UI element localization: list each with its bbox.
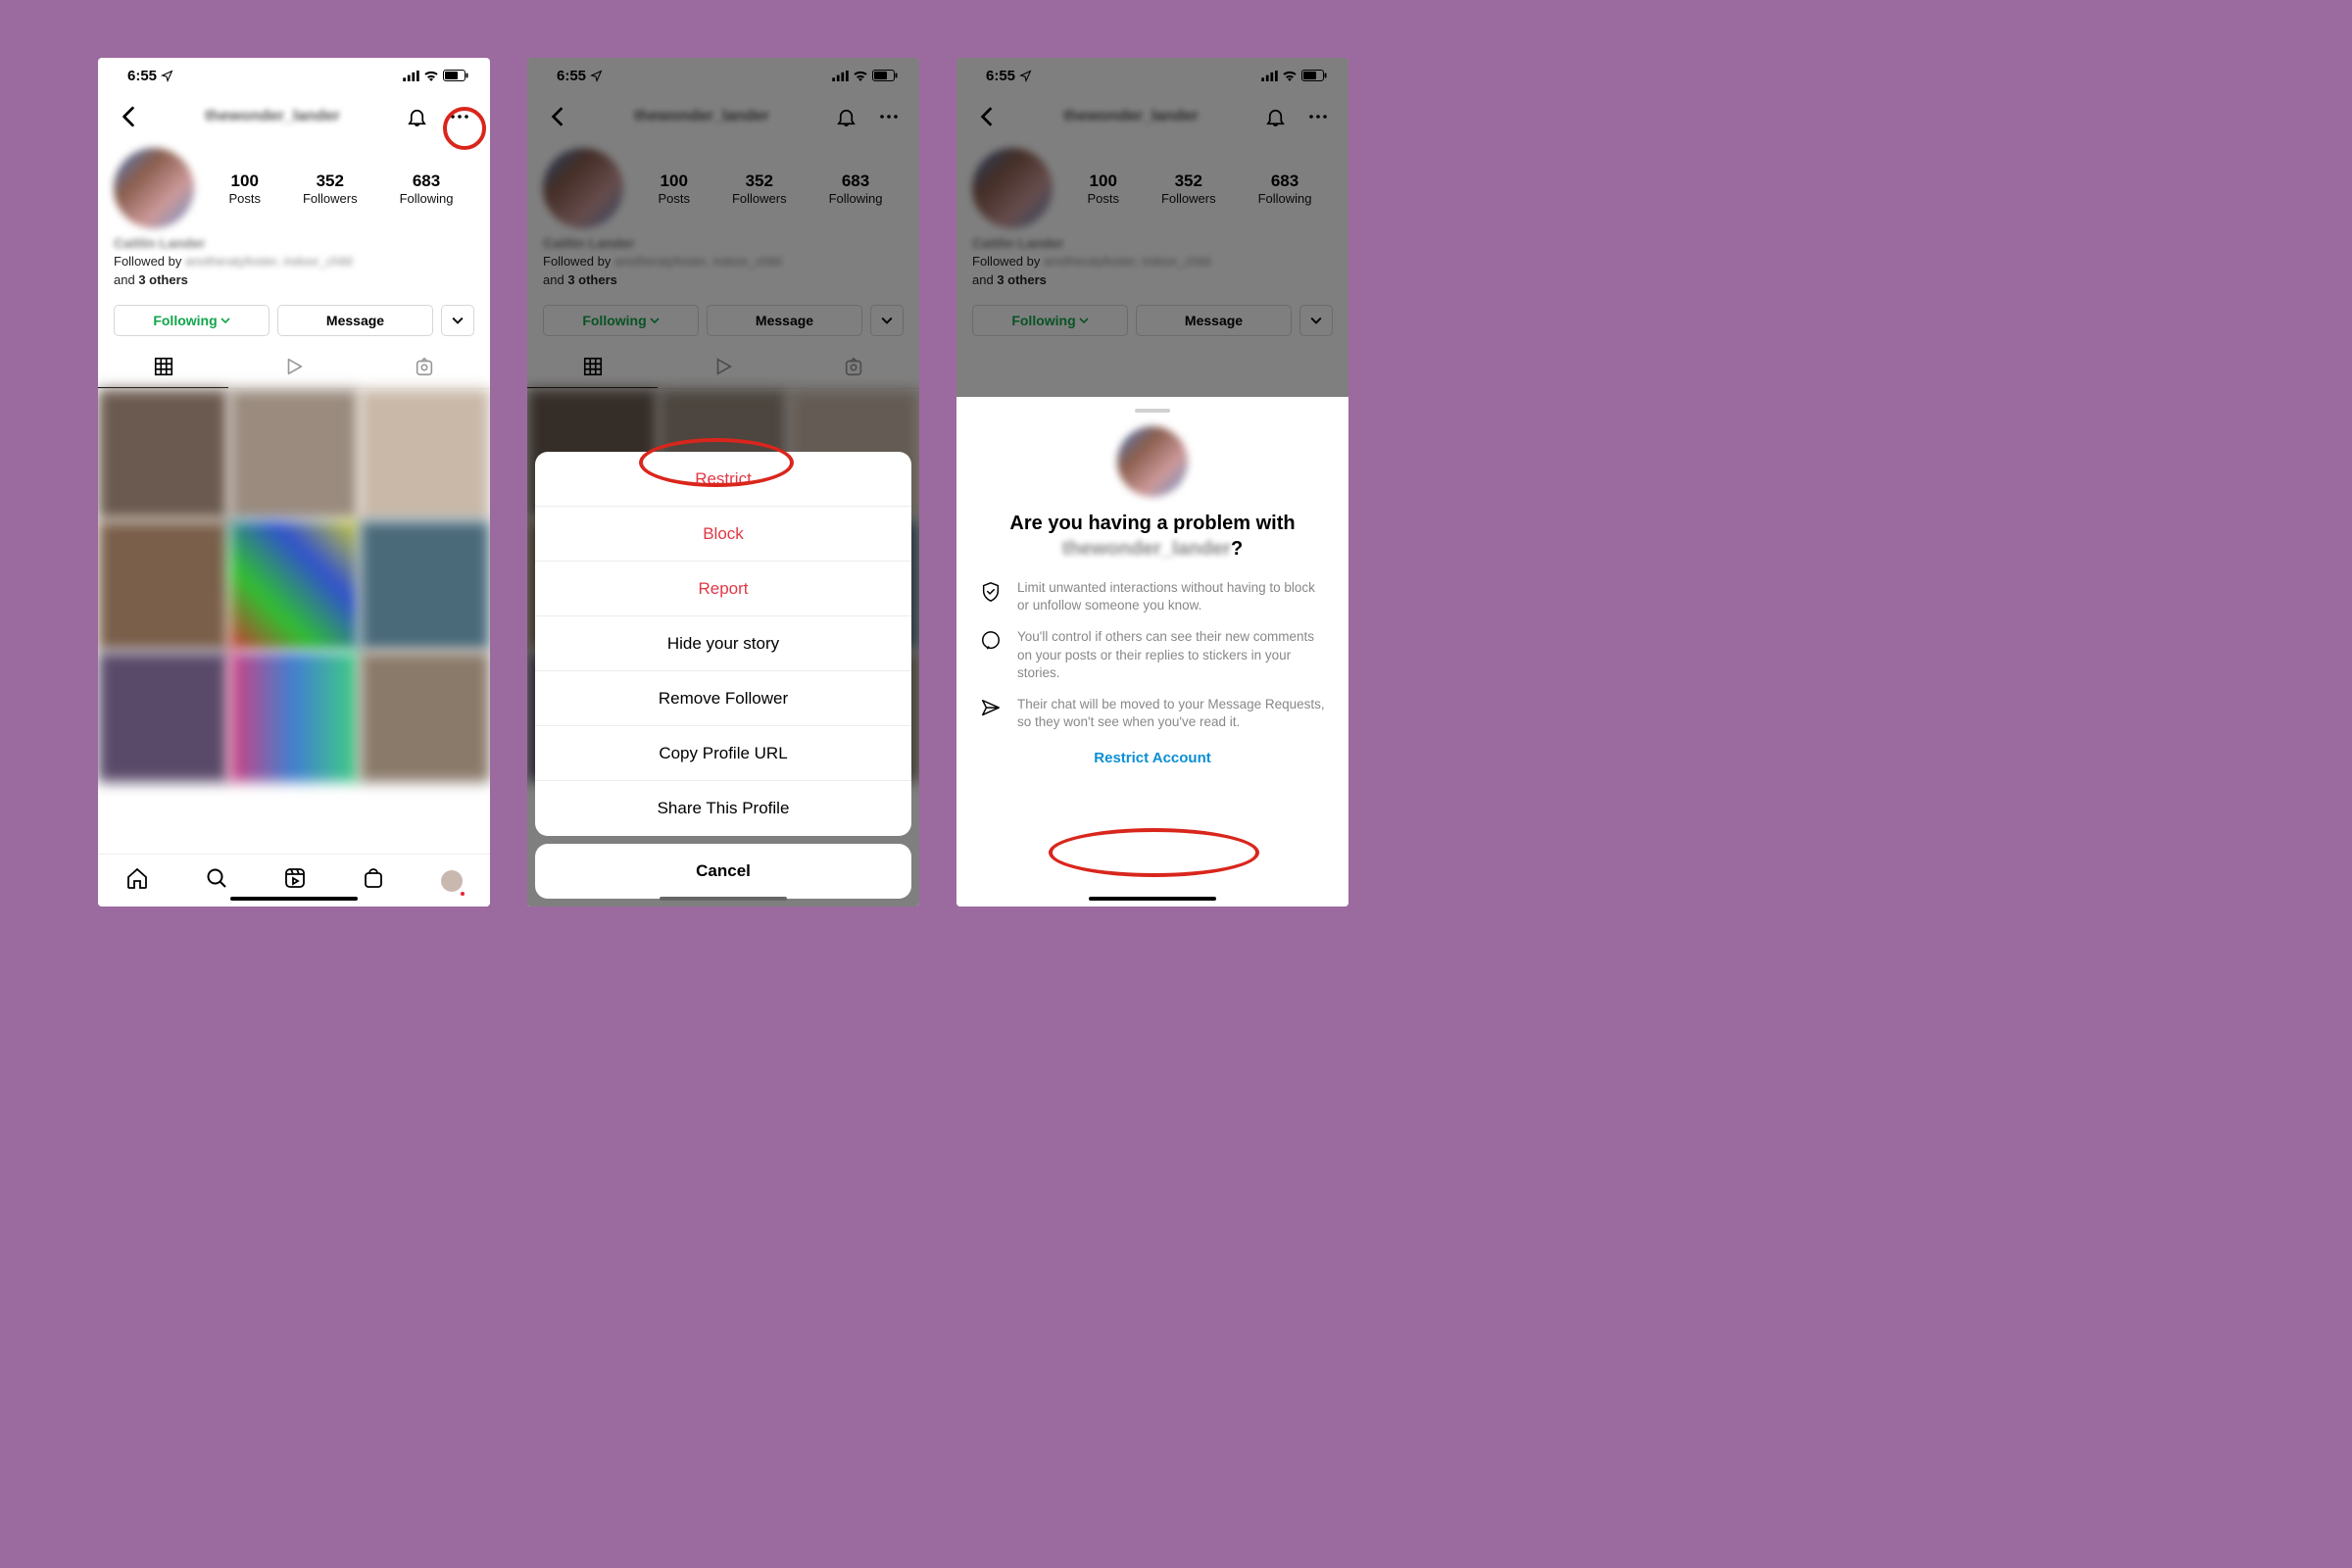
comment-icon (980, 630, 1002, 652)
chevron-down-icon (220, 316, 230, 325)
posts-grid[interactable] (98, 389, 490, 854)
battery-icon (443, 70, 468, 81)
shop-icon (362, 866, 385, 890)
nav-avatar-icon (441, 870, 463, 892)
sheet-copy-url[interactable]: Copy Profile URL (535, 726, 911, 781)
action-buttons: Following Message (98, 295, 490, 346)
home-icon (125, 866, 149, 890)
action-sheet: Restrict Block Report Hide your story Re… (535, 452, 911, 899)
sheet-restrict[interactable]: Restrict (535, 452, 911, 507)
notifications-button[interactable] (400, 100, 433, 133)
restrict-info-3: Their chat will be moved to your Message… (978, 696, 1327, 731)
play-icon (283, 356, 305, 377)
status-bar: 6:55 (98, 58, 490, 93)
sheet-drag-handle[interactable] (1135, 409, 1170, 413)
nav-home[interactable] (125, 866, 149, 895)
tab-tagged[interactable] (360, 346, 490, 388)
nav-shop[interactable] (362, 866, 385, 895)
phone-screen-2: 6:55 thewonder_lander 100Posts352Followe… (527, 58, 919, 906)
profile-tabs (98, 346, 490, 389)
restrict-sheet: Are you having a problem with thewonder_… (956, 397, 1348, 906)
stat-following[interactable]: 683 Following (400, 172, 454, 206)
sheet-remove-follower[interactable]: Remove Follower (535, 671, 911, 726)
nav-profile[interactable] (441, 870, 463, 892)
suggestions-button[interactable] (441, 305, 474, 336)
restrict-title: Are you having a problem with thewonder_… (978, 511, 1327, 562)
more-options-button[interactable] (443, 100, 476, 133)
home-indicator (230, 897, 358, 902)
nav-reels[interactable] (283, 866, 307, 895)
profile-stats: 100 Posts 352 Followers 683 Following (208, 172, 474, 206)
profile-avatar[interactable] (114, 148, 194, 228)
search-icon (205, 866, 228, 890)
chevron-left-icon (122, 106, 135, 127)
sheet-avatar (1117, 426, 1188, 497)
nav-search[interactable] (205, 866, 228, 895)
home-indicator (1089, 897, 1216, 902)
display-name: Caitlin Lander (114, 234, 205, 252)
header-username: thewonder_lander (155, 108, 390, 125)
bell-icon (406, 106, 428, 128)
profile-bio: Caitlin Lander Followed by anotheratyfos… (98, 232, 490, 295)
following-button[interactable]: Following (114, 305, 270, 336)
tagged-icon (414, 356, 435, 377)
location-icon (161, 70, 173, 82)
sheet-report[interactable]: Report (535, 562, 911, 616)
modal-backdrop[interactable] (956, 58, 1348, 397)
send-icon (980, 698, 1002, 719)
sheet-cancel[interactable]: Cancel (535, 844, 911, 899)
message-button[interactable]: Message (277, 305, 433, 336)
grid-icon (153, 356, 174, 377)
stat-posts[interactable]: 100 Posts (228, 172, 261, 206)
dots-icon (451, 115, 468, 119)
sheet-block[interactable]: Block (535, 507, 911, 562)
stat-followers[interactable]: 352 Followers (303, 172, 358, 206)
cellular-icon (403, 71, 419, 81)
profile-summary: 100 Posts 352 Followers 683 Following (98, 140, 490, 232)
back-button[interactable] (112, 100, 145, 133)
tab-reels[interactable] (228, 346, 359, 388)
reels-icon (283, 866, 307, 890)
status-time: 6:55 (127, 68, 157, 84)
sheet-hide-story[interactable]: Hide your story (535, 616, 911, 671)
sheet-share-profile[interactable]: Share This Profile (535, 781, 911, 836)
shield-icon (980, 581, 1002, 603)
phone-screen-1: 6:55 thewonder_lander 100 Posts (98, 58, 490, 906)
phone-screen-3: 6:55 thewonder_lander 100Posts352Followe… (956, 58, 1348, 906)
home-indicator (660, 897, 787, 902)
restrict-info-2: You'll control if others can see their n… (978, 628, 1327, 682)
chevron-down-icon (452, 315, 464, 326)
wifi-icon (423, 70, 439, 81)
tab-grid[interactable] (98, 346, 228, 388)
restrict-account-button[interactable]: Restrict Account (978, 750, 1327, 766)
profile-header: thewonder_lander (98, 93, 490, 140)
restrict-info-1: Limit unwanted interactions without havi… (978, 579, 1327, 614)
